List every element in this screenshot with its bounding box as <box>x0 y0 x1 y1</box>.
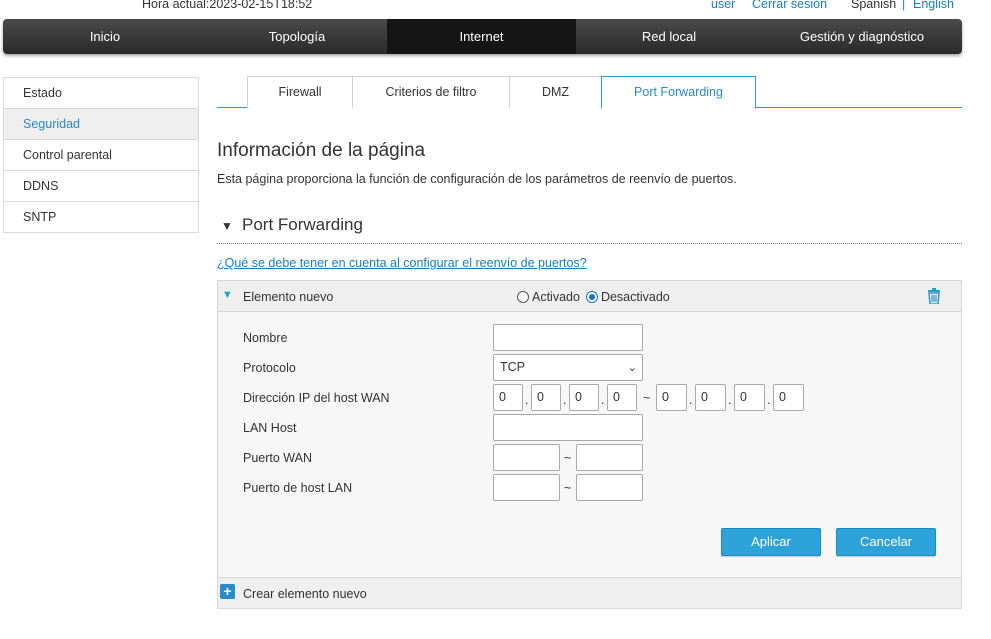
wan-port-start-input[interactable] <box>493 444 560 471</box>
logout-link[interactable]: Cerrar sesión <box>752 0 827 11</box>
port-range-separator: ~ <box>564 451 572 465</box>
current-time: Hora actual:2023-02-15T18:52 <box>142 0 313 11</box>
ip-dot: . <box>728 393 732 407</box>
tab-criterios-filtro[interactable]: Criterios de filtro <box>352 76 510 108</box>
plus-icon[interactable]: + <box>220 584 235 599</box>
tab-bar: Firewall Criterios de filtro DMZ Port Fo… <box>217 76 962 109</box>
label-protocolo: Protocolo <box>243 361 296 375</box>
ip-dot: . <box>689 393 693 407</box>
label-wan-ip: Dirección IP del host WAN <box>243 391 390 405</box>
label-wan-port: Puerto WAN <box>243 451 313 465</box>
protocol-select[interactable]: TCP ⌄ <box>493 354 643 381</box>
sidebar-item-estado[interactable]: Estado <box>4 78 198 109</box>
language-separator: | <box>902 0 906 11</box>
wan-ip-end-octet-3[interactable]: 0 <box>734 384 765 411</box>
radio-activado[interactable] <box>517 291 529 303</box>
trash-icon[interactable] <box>927 288 941 304</box>
ip-range-separator: ~ <box>643 391 651 405</box>
nav-topologia[interactable]: Topología <box>207 19 387 54</box>
user-link[interactable]: user <box>711 0 735 11</box>
create-entry-label[interactable]: Crear elemento nuevo <box>243 587 367 601</box>
wan-ip-start-octet-2[interactable]: 0 <box>531 384 561 411</box>
page-description: Esta página proporciona la función de co… <box>217 172 737 186</box>
lan-port-start-input[interactable] <box>493 474 560 501</box>
wan-ip-start-octet-4[interactable]: 0 <box>607 384 637 411</box>
section-header[interactable]: ▼ Port Forwarding <box>217 214 962 244</box>
tab-port-forwarding[interactable]: Port Forwarding <box>601 76 756 109</box>
radio-activado-label[interactable]: Activado <box>532 290 580 304</box>
lan-host-input[interactable] <box>493 414 643 441</box>
wan-ip-end-octet-1[interactable]: 0 <box>656 384 687 411</box>
entry-title: Elemento nuevo <box>243 290 334 304</box>
radio-desactivado-label[interactable]: Desactivado <box>601 290 670 304</box>
language-english[interactable]: English <box>913 0 954 11</box>
wan-ip-start-octet-3[interactable]: 0 <box>569 384 599 411</box>
nav-inicio[interactable]: Inicio <box>3 19 207 54</box>
name-input[interactable] <box>493 324 643 351</box>
sidebar: Estado Seguridad Control parental DDNS S… <box>3 77 199 233</box>
wan-port-end-input[interactable] <box>576 444 643 471</box>
apply-button[interactable]: Aplicar <box>721 528 821 556</box>
triangle-down-icon[interactable]: ▼ <box>222 289 233 301</box>
label-lan-port: Puerto de host LAN <box>243 481 353 495</box>
language-spanish[interactable]: Spanish <box>851 0 896 11</box>
wan-ip-start-octet-1[interactable]: 0 <box>493 384 523 411</box>
ip-dot: . <box>563 393 567 407</box>
protocol-select-value: TCP <box>500 360 525 374</box>
sidebar-item-control-parental[interactable]: Control parental <box>4 140 198 171</box>
wan-ip-end-octet-2[interactable]: 0 <box>695 384 726 411</box>
nav-gestion-diagnostico[interactable]: Gestión y diagnóstico <box>762 19 962 54</box>
radio-desactivado[interactable] <box>585 291 598 303</box>
sidebar-item-ddns[interactable]: DDNS <box>4 171 198 202</box>
label-lan-host: LAN Host <box>243 421 297 435</box>
lan-port-end-input[interactable] <box>576 474 643 501</box>
triangle-down-icon[interactable]: ▼ <box>221 219 233 233</box>
label-nombre: Nombre <box>243 331 288 345</box>
sidebar-item-seguridad[interactable]: Seguridad <box>4 109 198 140</box>
ip-dot: . <box>525 393 529 407</box>
entry-header: ▼ Elemento nuevo Activado Desactivado <box>218 281 961 312</box>
sidebar-item-sntp[interactable]: SNTP <box>4 202 198 233</box>
section-title: Port Forwarding <box>242 215 363 234</box>
ip-dot: . <box>767 393 771 407</box>
cancel-button[interactable]: Cancelar <box>836 528 936 556</box>
enable-radio-group: Activado Desactivado <box>517 290 676 304</box>
nav-internet[interactable]: Internet <box>387 19 576 54</box>
top-bar: Hora actual:2023-02-15T18:52 user Cerrar… <box>0 0 991 18</box>
nav-red-local[interactable]: Red local <box>576 19 762 54</box>
chevron-down-icon: ⌄ <box>627 362 637 374</box>
wan-ip-end-octet-4[interactable]: 0 <box>773 384 804 411</box>
help-link[interactable]: ¿Qué se debe tener en cuenta al configur… <box>217 256 587 270</box>
tab-dmz[interactable]: DMZ <box>509 76 602 108</box>
ip-dot: . <box>601 393 605 407</box>
tab-firewall[interactable]: Firewall <box>247 76 353 108</box>
page-title: Información de la página <box>217 140 426 161</box>
port-forwarding-entry-panel: ▼ Elemento nuevo Activado Desactivado No… <box>217 280 962 609</box>
main-nav: Inicio Topología Internet Red local Gest… <box>3 19 962 54</box>
port-range-separator: ~ <box>564 481 572 495</box>
create-entry-row[interactable]: + Crear elemento nuevo <box>218 577 961 608</box>
